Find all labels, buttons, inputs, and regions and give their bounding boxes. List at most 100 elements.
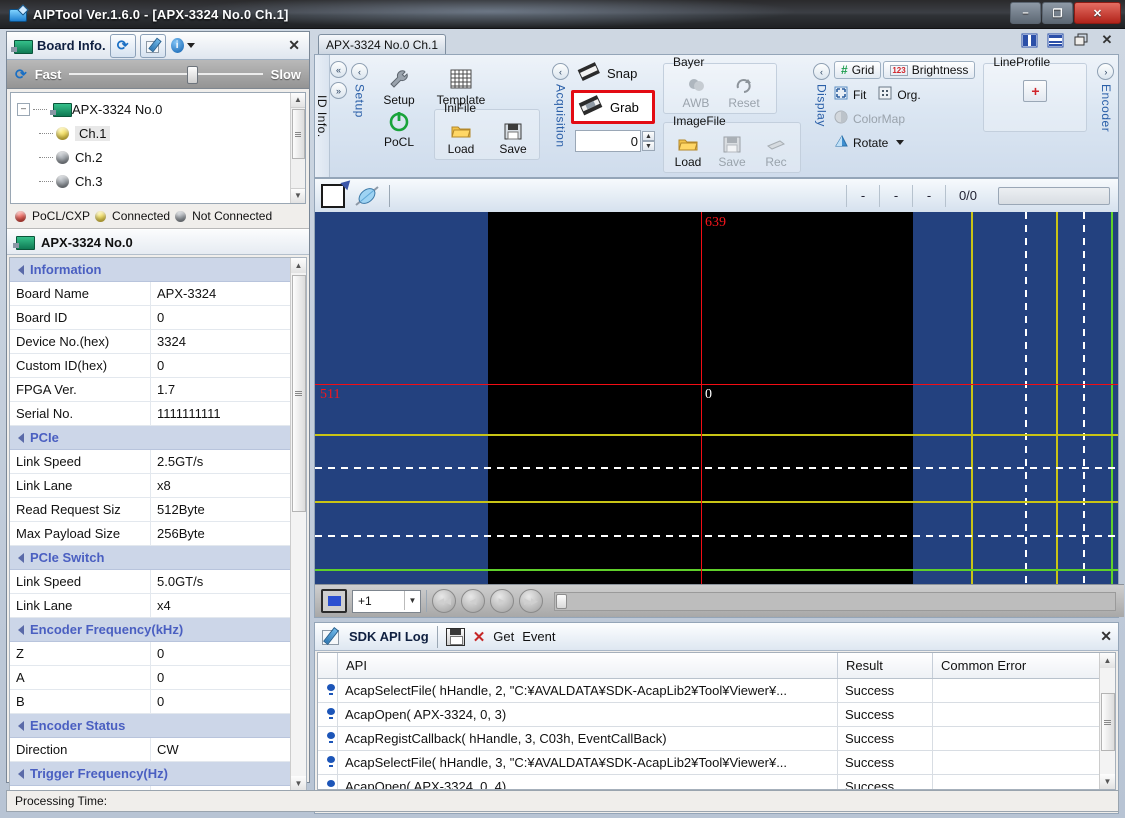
scroll-down-arrow[interactable]: ▼ <box>291 188 305 203</box>
collapse-triangle-icon[interactable] <box>18 433 24 444</box>
slider-knob[interactable] <box>187 66 199 84</box>
acquisition-count-input[interactable]: 0 <box>575 130 641 152</box>
table-row[interactable]: Read Request Siz 512Byte <box>10 497 291 522</box>
table-row[interactable]: Max Payload Size 256Byte <box>10 521 291 546</box>
scroll-up-arrow[interactable]: ▲ <box>1100 653 1115 668</box>
line-profile-tool-icon[interactable] <box>353 184 381 208</box>
property-group-header[interactable]: Information <box>10 258 291 282</box>
frame-scrollbar[interactable] <box>554 591 1116 611</box>
table-row[interactable]: Direction CW <box>10 737 291 762</box>
property-group-header[interactable]: PCIe Switch <box>10 545 291 570</box>
collapse-triangle-icon[interactable] <box>18 265 24 276</box>
count-stepper[interactable]: ▲ ▼ <box>642 131 655 151</box>
tree-item-ch2[interactable]: Ch.2 <box>11 145 305 169</box>
tree-scrollbar[interactable]: ▲ ▼ <box>290 93 305 203</box>
bayer-awb-button[interactable]: AWB <box>677 74 715 110</box>
board-tree[interactable]: – APX-3324 No.0 Ch.1 Ch.2 Ch.3 ▲ ▼ <box>10 92 306 204</box>
info-icon[interactable]: i <box>170 34 196 58</box>
property-group-header[interactable]: Encoder Frequency(kHz) <box>10 617 291 642</box>
collapse-triangle-icon[interactable] <box>18 769 24 780</box>
table-row[interactable]: AcapSelectFile( hHandle, 3, "C:¥AVALDATA… <box>318 750 1115 775</box>
stepper-up-icon[interactable]: ▲ <box>642 131 655 141</box>
add-lineprofile-button[interactable]: + <box>1023 80 1048 102</box>
expander-icon[interactable]: – <box>17 102 30 116</box>
table-row[interactable]: Board Name APX-3324 <box>10 281 291 306</box>
brightness-toggle-button[interactable]: 123 Brightness <box>883 61 976 79</box>
last-frame-button[interactable]: ▶▶ <box>519 589 543 613</box>
table-row[interactable]: Link Lane x4 <box>10 593 291 618</box>
org-button[interactable]: Org. <box>878 86 921 103</box>
table-row[interactable]: Device No.(hex) 3324 <box>10 329 291 354</box>
refresh-icon[interactable]: ⟳ <box>109 33 136 58</box>
collapse-prev-button[interactable]: « <box>330 61 347 78</box>
acquisition-collapse-button[interactable]: ‹ <box>552 63 569 80</box>
table-row[interactable]: Link Speed 2.5GT/s <box>10 449 291 474</box>
table-row[interactable]: Link Speed 5.0GT/s <box>10 569 291 594</box>
refresh-speed-slider[interactable] <box>69 65 263 84</box>
table-row[interactable]: Z0 <box>10 641 291 666</box>
table-row[interactable]: Link Lane x8 <box>10 473 291 498</box>
collapse-next-button[interactable]: » <box>330 82 347 99</box>
inifile-load-button[interactable]: Load <box>442 120 480 156</box>
tab-apx3324-ch1[interactable]: APX-3324 No.0 Ch.1 <box>318 34 447 54</box>
display-mode-icon[interactable] <box>321 589 347 613</box>
collapse-triangle-icon[interactable] <box>18 721 24 732</box>
minimize-button[interactable]: – <box>1010 2 1041 24</box>
tree-item-ch3[interactable]: Ch.3 <box>11 169 305 193</box>
close-icon[interactable]: ✕ <box>1097 31 1117 49</box>
imagefile-load-button[interactable]: Load <box>670 133 706 169</box>
chevron-down-icon[interactable]: ▼ <box>404 590 420 610</box>
table-row[interactable]: A0 <box>10 665 291 690</box>
select-tool-icon[interactable] <box>321 183 345 208</box>
table-row[interactable]: AcapOpen( APX-3324, 0, 3) Success <box>318 702 1115 727</box>
split-vertical-icon[interactable] <box>1019 31 1039 49</box>
setup-button[interactable]: Setup <box>368 59 430 107</box>
board-panel-close-button[interactable]: ✕ <box>288 37 300 54</box>
snap-button[interactable]: Snap <box>571 59 655 88</box>
maximize-button[interactable]: ❐ <box>1042 2 1073 24</box>
stepper-down-icon[interactable]: ▼ <box>642 141 655 151</box>
table-row[interactable]: AcapSelectFile( hHandle, 2, "C:¥AVALDATA… <box>318 678 1115 703</box>
table-row[interactable]: FPGA Ver. 1.7 <box>10 377 291 402</box>
imagefile-save-button[interactable]: Save <box>714 133 750 169</box>
fit-button[interactable]: Fit <box>834 86 866 103</box>
table-row[interactable]: Serial No. 1111111111 <box>10 401 291 426</box>
property-group-header[interactable]: PCIe <box>10 425 291 450</box>
pocl-button[interactable]: PoCL <box>368 107 430 149</box>
scroll-thumb[interactable] <box>1101 693 1115 751</box>
tree-item-ch1[interactable]: Ch.1 <box>11 121 305 145</box>
scroll-up-arrow[interactable]: ▲ <box>291 93 305 108</box>
setup-collapse-button[interactable]: ‹ <box>351 63 368 80</box>
table-row[interactable]: AcapOpen( APX-3324, 0, 4) Success <box>318 774 1115 789</box>
close-button[interactable]: ✕ <box>1074 2 1121 24</box>
log-menu-event[interactable]: Event <box>522 629 555 644</box>
restore-icon[interactable] <box>1071 31 1091 49</box>
grid-toggle-button[interactable]: # Grid <box>834 61 882 79</box>
inifile-save-button[interactable]: Save <box>494 120 532 156</box>
tree-root-node[interactable]: – APX-3324 No.0 <box>11 97 305 121</box>
imagefile-rec-button[interactable]: Rec <box>758 133 794 169</box>
board-property-grid[interactable]: Information Board Name APX-3324 Board ID 0… <box>9 257 307 792</box>
template-button[interactable]: Template <box>430 59 492 107</box>
column-api[interactable]: API <box>337 653 838 679</box>
collapse-triangle-icon[interactable] <box>18 625 24 636</box>
table-row[interactable]: B0 <box>10 689 291 714</box>
image-canvas[interactable]: 639 511 0 <box>315 212 1118 585</box>
scroll-thumb[interactable] <box>556 593 567 609</box>
scroll-up-arrow[interactable]: ▲ <box>291 258 306 273</box>
display-collapse-button[interactable]: ‹ <box>813 63 830 80</box>
rotate-button[interactable]: Rotate <box>834 134 975 151</box>
log-close-button[interactable]: ✕ <box>1100 628 1112 645</box>
property-grid-scrollbar[interactable]: ▲ ▼ <box>290 258 306 791</box>
log-menu-get[interactable]: Get <box>493 629 514 644</box>
split-horizontal-icon[interactable] <box>1045 31 1065 49</box>
property-group-header[interactable]: Trigger Frequency(Hz) <box>10 761 291 786</box>
scroll-thumb[interactable] <box>292 275 306 512</box>
collapse-triangle-icon[interactable] <box>18 553 24 564</box>
table-row[interactable]: AcapRegistCallback( hHandle, 3, C03h, Ev… <box>318 726 1115 751</box>
column-common-error[interactable]: Common Error <box>932 653 1115 679</box>
clear-icon[interactable]: ✕ <box>473 628 486 646</box>
table-row[interactable]: Board ID 0 <box>10 305 291 330</box>
encoder-expand-button[interactable]: › <box>1097 63 1115 80</box>
grab-button[interactable]: Grab <box>571 90 655 124</box>
